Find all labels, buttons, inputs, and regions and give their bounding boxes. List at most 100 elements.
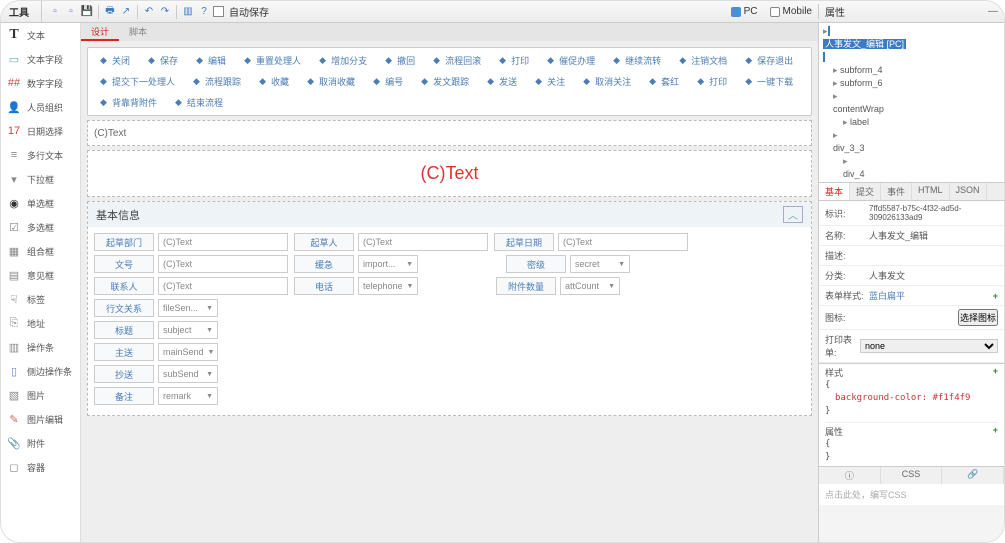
print-icon[interactable]: 🖶: [103, 5, 117, 19]
palette-item[interactable]: ▦组合框: [1, 239, 80, 263]
palette-item[interactable]: 👤人员组织: [1, 95, 80, 119]
prop-print-select[interactable]: none: [860, 339, 998, 353]
collapse-icon[interactable]: —: [988, 6, 998, 17]
field-value[interactable]: (C)Text: [158, 277, 288, 295]
tree-node[interactable]: ▸ contentWrap: [823, 90, 1000, 116]
field-value[interactable]: attCount▼: [560, 277, 620, 295]
prop-tab[interactable]: 事件: [881, 183, 912, 200]
palette-item[interactable]: ▤意见框: [1, 263, 80, 287]
field-value[interactable]: import...▼: [358, 255, 418, 273]
action-button[interactable]: ◆关注: [529, 73, 569, 90]
collapse-chevron-icon[interactable]: ︿: [783, 206, 803, 223]
css-tab-link[interactable]: 🔗: [942, 467, 1004, 484]
tree-node[interactable]: ▸ label: [823, 116, 1000, 129]
title-box[interactable]: (C)Text: [87, 150, 812, 197]
palette-item[interactable]: ◻容器: [1, 455, 80, 479]
tree-node[interactable]: ▸ subform_6: [823, 77, 1000, 90]
css-tab-id[interactable]: ⓘ: [819, 467, 881, 484]
palette-item[interactable]: ✎图片编辑: [1, 407, 80, 431]
palette-item[interactable]: ▭文本字段: [1, 47, 80, 71]
field-value[interactable]: subSend▼: [158, 365, 218, 383]
action-button[interactable]: ◆重置处理人: [238, 52, 305, 69]
prop-tab[interactable]: 基本: [819, 183, 850, 200]
palette-item[interactable]: ☑多选框: [1, 215, 80, 239]
prop-tab[interactable]: 提交: [850, 183, 881, 200]
action-button[interactable]: ◆催促办理: [541, 52, 599, 69]
prop-name[interactable]: 人事发文_编辑: [869, 229, 998, 242]
text-placeholder[interactable]: (C)Text: [87, 120, 812, 146]
device-mobile[interactable]: Mobile: [764, 6, 818, 17]
action-button[interactable]: ◆保存: [142, 52, 182, 69]
action-button[interactable]: ◆收藏: [253, 73, 293, 90]
palette-item[interactable]: ##数字字段: [1, 71, 80, 95]
action-button[interactable]: ◆关闭: [94, 52, 134, 69]
prop-tab[interactable]: HTML: [912, 183, 950, 200]
field-value[interactable]: mainSend▼: [158, 343, 218, 361]
prop-tab[interactable]: JSON: [950, 183, 987, 200]
tree-node[interactable]: ▸ 人事发文_编辑 [PC]: [823, 25, 1000, 64]
field-value[interactable]: subject▼: [158, 321, 218, 339]
action-button[interactable]: ◆结束流程: [169, 94, 227, 111]
field-value[interactable]: telephone▼: [358, 277, 418, 295]
palette-item[interactable]: ◉单选框: [1, 191, 80, 215]
field-value[interactable]: (C)Text: [358, 233, 488, 251]
save-icon[interactable]: 💾: [80, 5, 94, 19]
action-button[interactable]: ◆编号: [367, 73, 407, 90]
tree-node[interactable]: ▸ subform_4: [823, 64, 1000, 77]
tree-node[interactable]: ▸ div_4: [823, 155, 1000, 181]
field-value[interactable]: (C)Text: [558, 233, 688, 251]
palette-item[interactable]: ≡多行文本: [1, 143, 80, 167]
action-button[interactable]: ◆打印: [493, 52, 533, 69]
palette-item[interactable]: T文本: [1, 23, 80, 47]
field-value[interactable]: (C)Text: [158, 233, 288, 251]
new-icon[interactable]: ▫: [48, 5, 62, 19]
palette-item[interactable]: 📎附件: [1, 431, 80, 455]
palette-item[interactable]: ▾下拉框: [1, 167, 80, 191]
redo-icon[interactable]: ↷: [158, 5, 172, 19]
action-button[interactable]: ◆继续流转: [607, 52, 665, 69]
style-line[interactable]: background-color: #f1f4f9: [825, 392, 998, 405]
palette-item[interactable]: ▥操作条: [1, 335, 80, 359]
palette-item[interactable]: ☟标签: [1, 287, 80, 311]
prop-style[interactable]: 蓝白扁平: [869, 289, 993, 302]
action-button[interactable]: ◆编辑: [190, 52, 230, 69]
action-button[interactable]: ◆注销文档: [673, 52, 731, 69]
action-button[interactable]: ◆流程跟踪: [187, 73, 245, 90]
prop-id[interactable]: 7ffd5587-b75c-4f32-ad5d-309026133ad9: [869, 204, 998, 222]
autosave-checkbox[interactable]: [213, 6, 224, 17]
palette-item[interactable]: 17日期选择: [1, 119, 80, 143]
action-button[interactable]: ◆发文跟踪: [415, 73, 473, 90]
undo-icon[interactable]: ↶: [142, 5, 156, 19]
add-prop-icon[interactable]: +: [993, 425, 998, 438]
tree-node[interactable]: ▸ div_3_3: [823, 129, 1000, 155]
palette-item[interactable]: ⎘地址: [1, 311, 80, 335]
action-button[interactable]: ◆取消收藏: [301, 73, 359, 90]
field-value[interactable]: remark▼: [158, 387, 218, 405]
action-button[interactable]: ◆撤回: [379, 52, 419, 69]
action-button[interactable]: ◆套红: [643, 73, 683, 90]
help-icon[interactable]: ?: [197, 5, 211, 19]
action-button[interactable]: ◆发送: [481, 73, 521, 90]
settings-icon[interactable]: ▥: [181, 5, 195, 19]
field-value[interactable]: fileSen...▼: [158, 299, 218, 317]
action-button[interactable]: ◆增加分支: [313, 52, 371, 69]
action-button[interactable]: ◆一键下载: [739, 73, 797, 90]
css-editor[interactable]: 点击此处，编写CSS: [819, 484, 1004, 505]
field-value[interactable]: (C)Text: [158, 255, 288, 273]
export-icon[interactable]: ↗: [119, 5, 133, 19]
action-button[interactable]: ◆背靠背附件: [94, 94, 161, 111]
action-button[interactable]: ◆提交下一处理人: [94, 73, 179, 90]
add-style-rule-icon[interactable]: +: [993, 366, 998, 379]
field-value[interactable]: secret▼: [570, 255, 630, 273]
element-tree[interactable]: ▸ 人事发文_编辑 [PC]▸ subform_4▸ subform_6▸ co…: [819, 23, 1004, 183]
group-header[interactable]: 基本信息 ︿: [88, 202, 811, 227]
action-button[interactable]: ◆流程回滚: [427, 52, 485, 69]
tab-design[interactable]: 设计: [81, 23, 119, 41]
tab-script[interactable]: 脚本: [119, 23, 157, 41]
css-tab-css[interactable]: CSS: [881, 467, 943, 484]
action-button[interactable]: ◆取消关注: [577, 73, 635, 90]
prop-category[interactable]: 人事发文: [869, 269, 998, 282]
add-style-icon[interactable]: +: [993, 291, 998, 301]
choose-icon-button[interactable]: 选择图标: [958, 309, 998, 326]
action-button[interactable]: ◆保存退出: [739, 52, 797, 69]
